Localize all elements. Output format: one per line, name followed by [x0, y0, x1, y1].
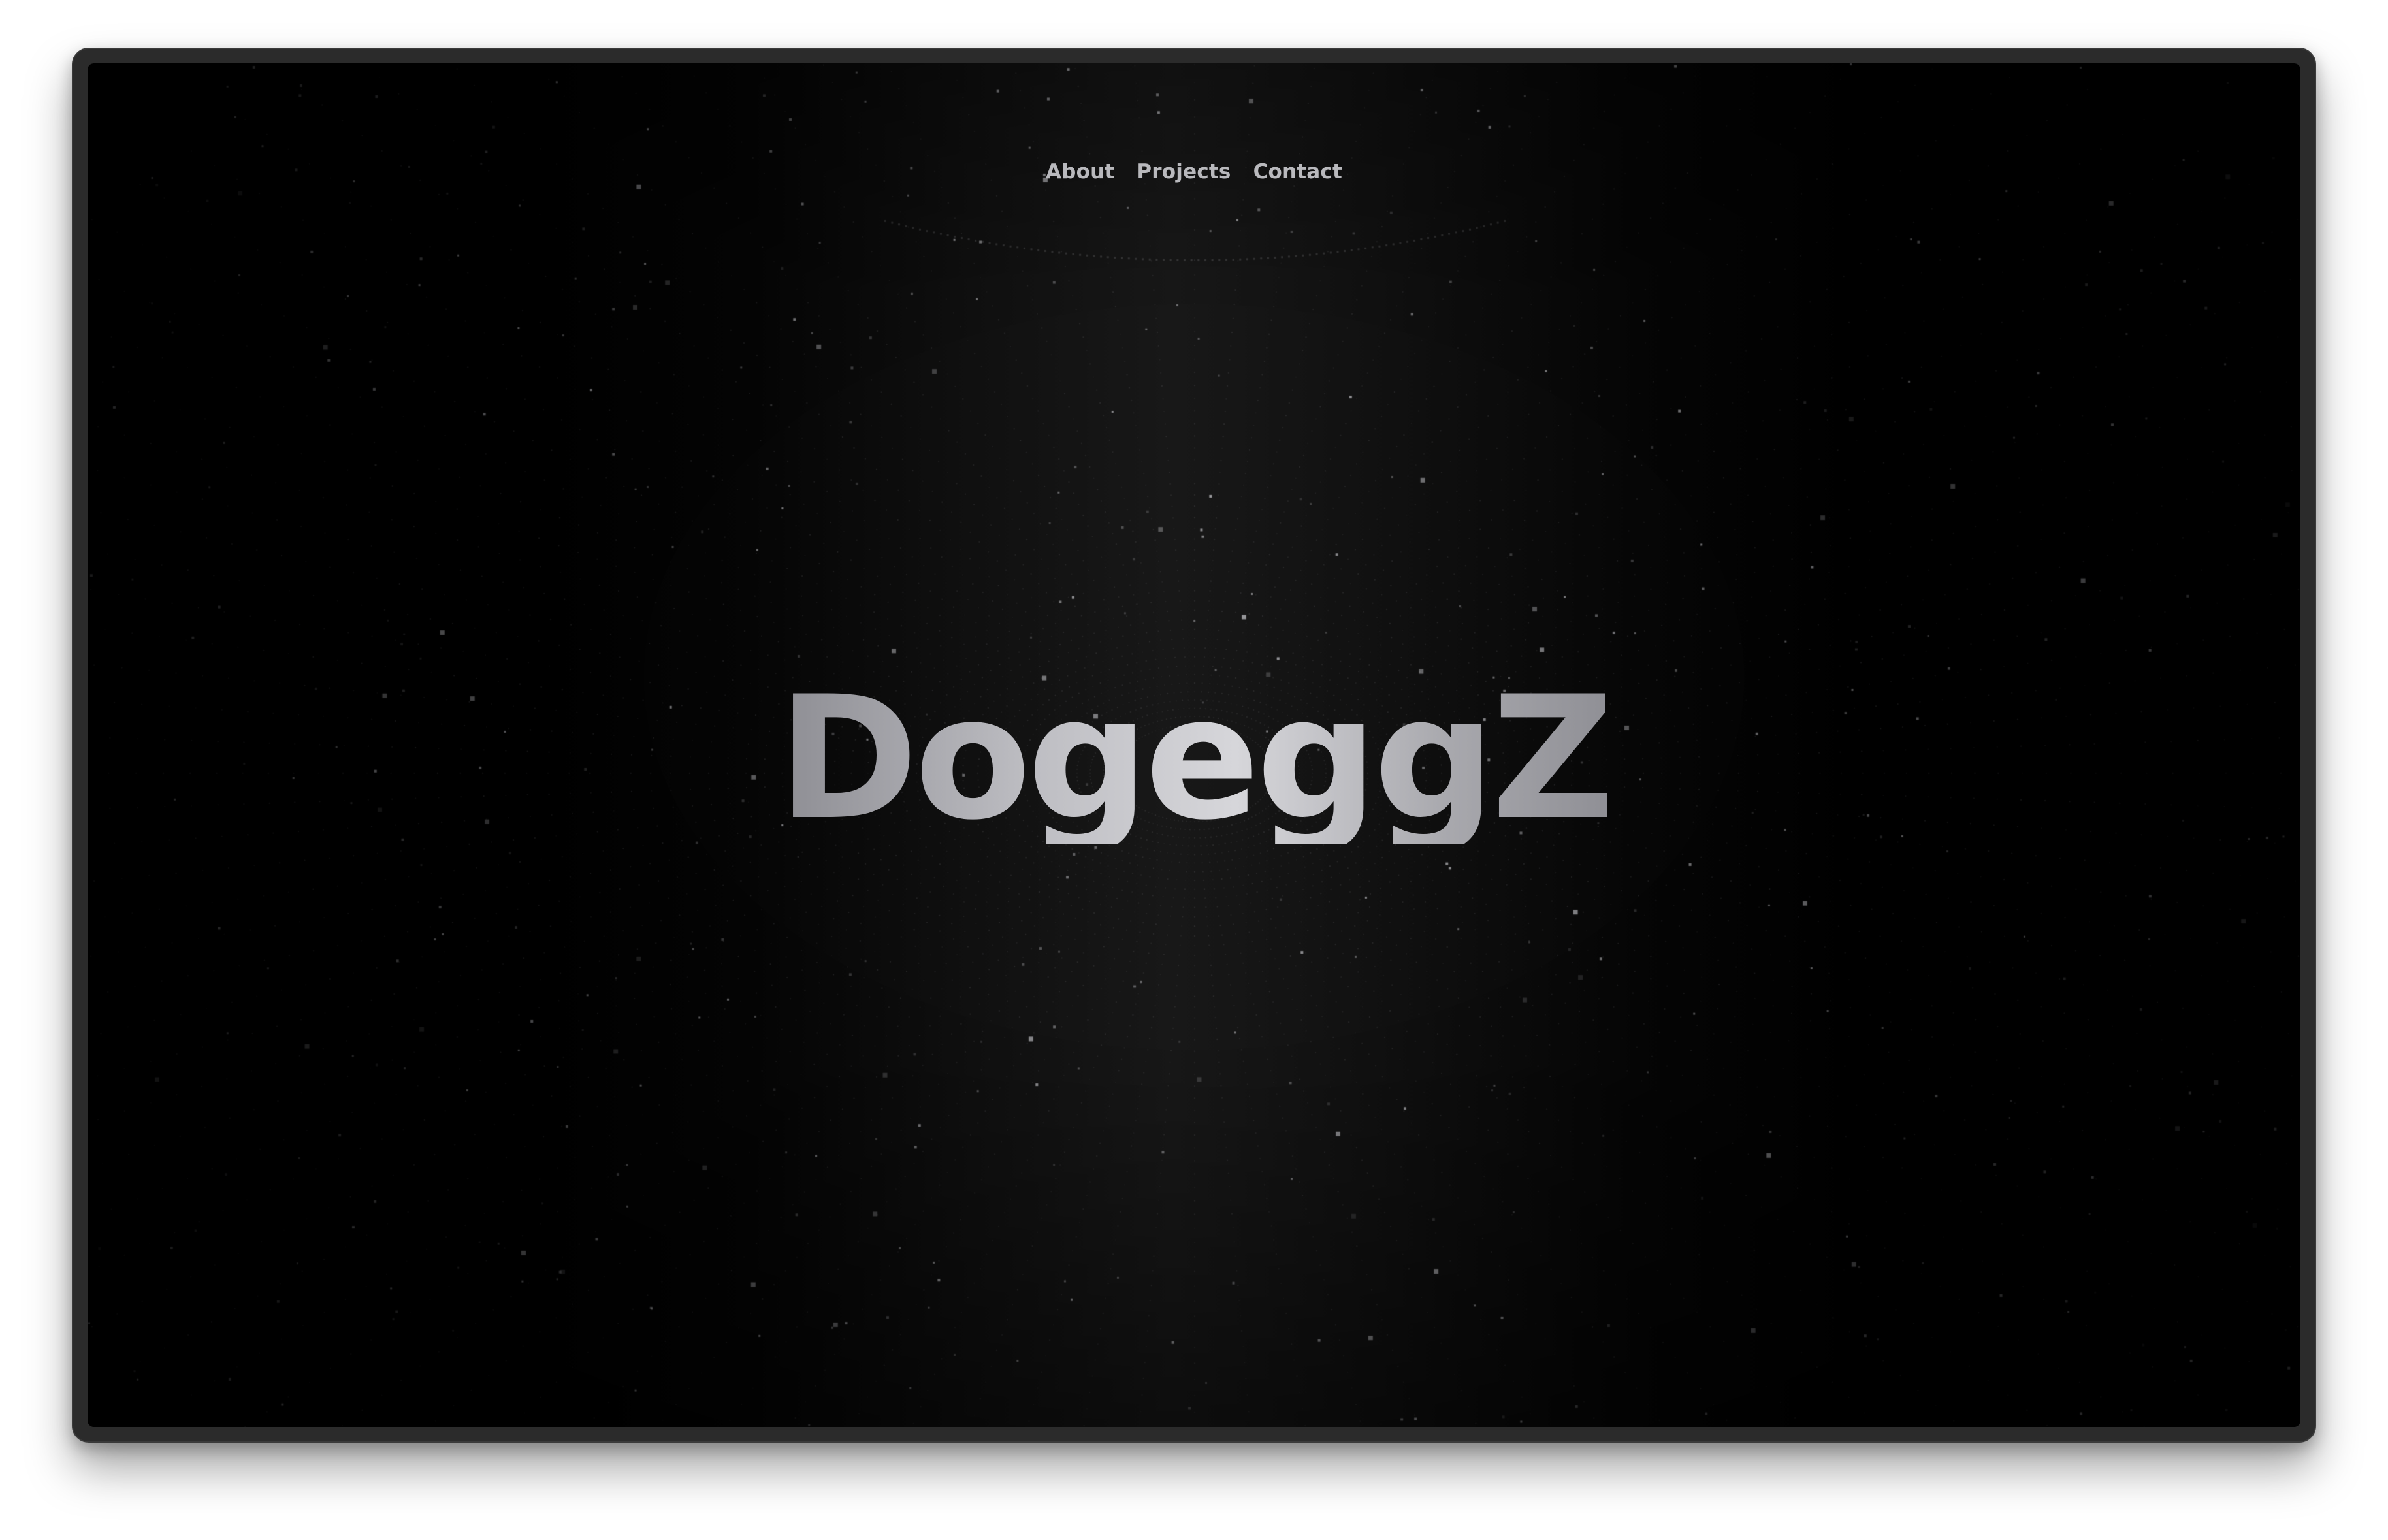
nav-link-about[interactable]: About — [1046, 160, 1114, 184]
nav-link-contact[interactable]: Contact — [1253, 160, 1342, 184]
website-viewport: About Projects Contact DogeggZ — [88, 63, 2300, 1427]
hero-section: DogeggZ — [88, 674, 2300, 844]
device-frame: About Projects Contact DogeggZ — [72, 48, 2316, 1443]
nav-link-projects[interactable]: Projects — [1137, 160, 1231, 184]
hero-title: DogeggZ — [777, 660, 1615, 858]
top-navigation: About Projects Contact — [88, 160, 2300, 184]
